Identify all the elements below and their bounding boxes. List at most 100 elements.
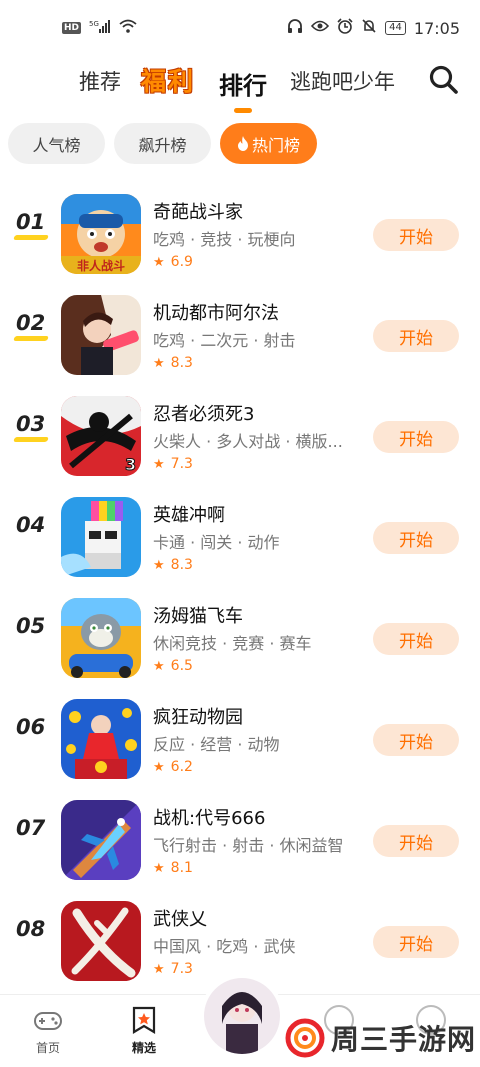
game-icon-text: 3 <box>125 455 136 474</box>
search-button[interactable] <box>428 64 460 96</box>
star-icon: ★ <box>153 658 165 674</box>
game-name: 武侠乂 <box>153 909 207 930</box>
list-item[interactable]: 05 汤姆猫飞车 休闲竞技 · 竞赛 · 赛车 ★ 6.5 开始 <box>0 584 480 684</box>
rank-number: 08 <box>16 917 46 941</box>
wifi-icon <box>119 19 137 37</box>
game-name: 汤姆猫飞车 <box>153 606 243 627</box>
sub-tabs: 人气榜 飙升榜 热门榜 <box>0 123 480 167</box>
bookmark-star-icon <box>132 1006 156 1034</box>
star-icon: ★ <box>153 254 165 270</box>
game-name: 疯狂动物园 <box>153 707 243 728</box>
top-nav: 推荐 福利 排行 逃跑吧少年 <box>0 56 480 118</box>
game-score: ★ 6.9 <box>153 254 193 270</box>
bottom-tab-home[interactable]: 首页 <box>18 1005 78 1056</box>
list-item[interactable]: 08 武侠乂 中国风 · 吃鸡 · 武侠 ★ 7.3 开始 <box>0 887 480 987</box>
status-bar: HD 5G 44 17:05 <box>0 0 480 56</box>
rank-highlight <box>13 336 49 341</box>
signal-label: 5G <box>89 20 99 28</box>
eye-icon <box>311 19 330 37</box>
bottom-tab-home-label: 首页 <box>35 1041 60 1055</box>
start-button[interactable]: 开始 <box>373 724 459 756</box>
star-icon: ★ <box>153 759 165 775</box>
game-icon-text: 非人战斗 <box>77 258 125 273</box>
score-value: 6.9 <box>170 254 193 270</box>
center-avatar[interactable] <box>204 978 280 1054</box>
star-icon: ★ <box>153 456 165 472</box>
fire-icon <box>237 136 248 151</box>
start-button[interactable]: 开始 <box>373 825 459 857</box>
start-button[interactable]: 开始 <box>373 320 459 352</box>
tab-taopaoba[interactable]: 逃跑吧少年 <box>290 66 395 96</box>
watermark-text: 周三手游网 <box>331 1023 477 1056</box>
mute-bell-icon <box>361 18 377 38</box>
game-icon[interactable]: 非人战斗 <box>61 194 141 274</box>
game-name: 忍者必须死3 <box>153 404 255 425</box>
subtab-popular-label: 人气榜 <box>32 135 81 155</box>
start-button[interactable]: 开始 <box>373 522 459 554</box>
hd-badge: HD <box>62 22 82 34</box>
game-icon[interactable] <box>61 598 141 678</box>
game-tags: 火柴人 · 多人对战 · 横版... <box>153 432 343 451</box>
subtab-rising-label: 飙升榜 <box>138 135 187 155</box>
subtab-hot-label: 热门榜 <box>251 135 300 155</box>
score-value: 7.3 <box>170 456 193 472</box>
status-left: HD 5G <box>62 19 137 37</box>
game-score: ★ 7.3 <box>153 961 193 977</box>
game-name: 奇葩战斗家 <box>153 202 243 223</box>
game-icon[interactable] <box>61 800 141 880</box>
game-name: 英雄冲啊 <box>153 505 225 526</box>
game-icon[interactable] <box>61 901 141 981</box>
game-tags: 反应 · 经营 · 动物 <box>153 735 280 754</box>
active-tab-indicator <box>234 108 252 113</box>
subtab-popular[interactable]: 人气榜 <box>8 123 105 164</box>
score-value: 8.1 <box>170 860 193 876</box>
star-icon: ★ <box>153 355 165 371</box>
start-button[interactable]: 开始 <box>373 926 459 958</box>
list-item[interactable]: 06 疯狂动物园 反应 · 经营 · 动物 ★ 6.2 开始 <box>0 685 480 785</box>
game-tags: 吃鸡 · 二次元 · 射击 <box>153 331 296 350</box>
rank-highlight <box>13 437 49 442</box>
list-item[interactable]: 02 机动都市阿尔法 吃鸡 · 二次元 · 射击 ★ 8.3 开始 <box>0 281 480 381</box>
start-button[interactable]: 开始 <box>373 219 459 251</box>
game-icon[interactable] <box>61 497 141 577</box>
list-item[interactable]: 04 英雄冲啊 卡通 · 闯关 · 动作 ★ 8.3 开始 <box>0 483 480 583</box>
game-score: ★ 7.3 <box>153 456 193 472</box>
game-icon[interactable]: 3 <box>61 396 141 476</box>
watermark-logo-icon <box>285 1018 325 1058</box>
game-tags: 卡通 · 闯关 · 动作 <box>153 533 280 552</box>
headphones-icon <box>287 18 303 38</box>
star-icon: ★ <box>153 860 165 876</box>
game-score: ★ 8.1 <box>153 860 193 876</box>
list-item[interactable]: 07 战机:代号666 飞行射击 · 射击 · 休闲益智 ★ 8.1 开始 <box>0 786 480 886</box>
rank-number: 03 <box>16 412 46 436</box>
score-value: 8.3 <box>170 355 193 371</box>
bottom-tab-featured[interactable]: 精选 <box>114 1005 174 1056</box>
star-icon: ★ <box>153 961 165 977</box>
game-name: 战机:代号666 <box>153 808 266 829</box>
list-item[interactable]: 01 非人战斗 奇葩战斗家 吃鸡 · 竞技 · 玩梗向 ★ 6.9 开始 <box>0 180 480 280</box>
game-score: ★ 6.5 <box>153 658 193 674</box>
game-icon[interactable] <box>61 699 141 779</box>
status-right: 44 17:05 <box>287 18 460 38</box>
rank-number: 05 <box>16 614 46 638</box>
score-value: 8.3 <box>170 557 193 573</box>
game-icon[interactable] <box>61 295 141 375</box>
start-button[interactable]: 开始 <box>373 623 459 655</box>
score-value: 7.3 <box>170 961 193 977</box>
rank-number: 04 <box>16 513 46 537</box>
game-tags: 休闲竞技 · 竞赛 · 赛车 <box>153 634 312 653</box>
tab-welfare[interactable]: 福利 <box>141 62 195 98</box>
list-item[interactable]: 03 3 忍者必须死3 火柴人 · 多人对战 · 横版... ★ 7.3 开始 <box>0 382 480 482</box>
start-button[interactable]: 开始 <box>373 421 459 453</box>
watermark: 周三手游网 <box>285 1018 476 1058</box>
subtab-hot[interactable]: 热门榜 <box>220 123 317 164</box>
game-score: ★ 6.2 <box>153 759 193 775</box>
tab-recommend[interactable]: 推荐 <box>79 66 121 96</box>
rank-number: 01 <box>16 210 46 234</box>
tab-ranking[interactable]: 排行 <box>219 66 267 101</box>
rank-number: 02 <box>16 311 46 335</box>
rank-highlight <box>13 235 49 240</box>
bottom-tab-featured-label: 精选 <box>131 1041 156 1055</box>
subtab-rising[interactable]: 飙升榜 <box>114 123 211 164</box>
clock: 17:05 <box>413 18 460 38</box>
